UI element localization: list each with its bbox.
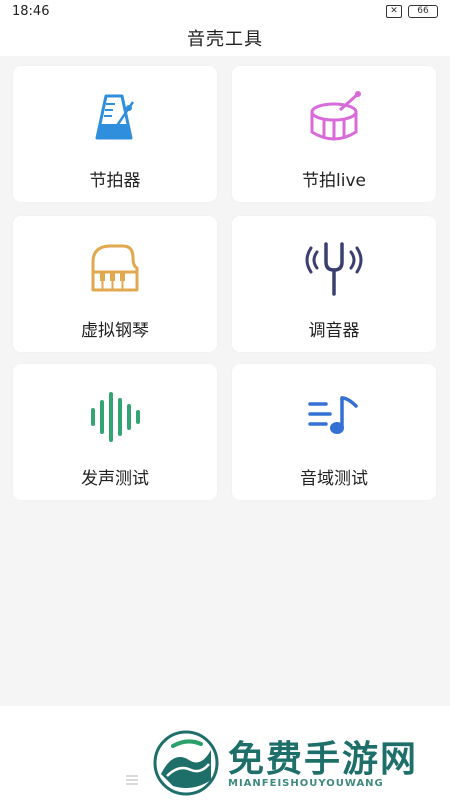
metronome-icon [85, 88, 145, 148]
tool-label-virtual-piano: 虚拟钢琴 [81, 321, 149, 341]
status-icons: ✕ 66 [386, 5, 438, 18]
tool-label-tuner: 调音器 [308, 321, 360, 341]
music-note-list-icon [304, 386, 364, 446]
tool-label-beat-live: 节拍live [302, 171, 366, 191]
sim-off-icon: ✕ [386, 5, 402, 18]
tool-card-voice-test[interactable]: 发声测试 [13, 364, 217, 500]
drum-icon [304, 88, 364, 148]
tool-label-metronome: 节拍器 [89, 171, 141, 191]
tuning-fork-icon [304, 238, 364, 298]
tool-label-voice-test: 发声测试 [81, 469, 149, 489]
watermark-logo-icon [153, 730, 219, 796]
watermark-subtitle: MIANFEISHOUYOUWANG [228, 778, 384, 789]
tool-card-range-test[interactable]: 音域测试 [232, 364, 436, 500]
tool-card-virtual-piano[interactable]: 虚拟钢琴 [13, 216, 217, 352]
watermark-title: 免费手游网 [228, 739, 419, 780]
status-time: 18:46 [12, 4, 50, 19]
sound-wave-icon [85, 386, 145, 446]
app-header: 音壳工具 [0, 24, 450, 56]
tool-card-tuner[interactable]: 调音器 [232, 216, 436, 352]
battery-icon: 66 [408, 5, 438, 18]
menu-icon[interactable] [126, 770, 138, 785]
piano-icon [85, 238, 145, 298]
page-title: 音壳工具 [187, 29, 263, 50]
status-bar: 18:46 ✕ 66 [0, 0, 450, 24]
tool-card-beat-live[interactable]: 节拍live [232, 66, 436, 202]
tool-label-range-test: 音域测试 [300, 469, 368, 489]
tool-card-metronome[interactable]: 节拍器 [13, 66, 217, 202]
